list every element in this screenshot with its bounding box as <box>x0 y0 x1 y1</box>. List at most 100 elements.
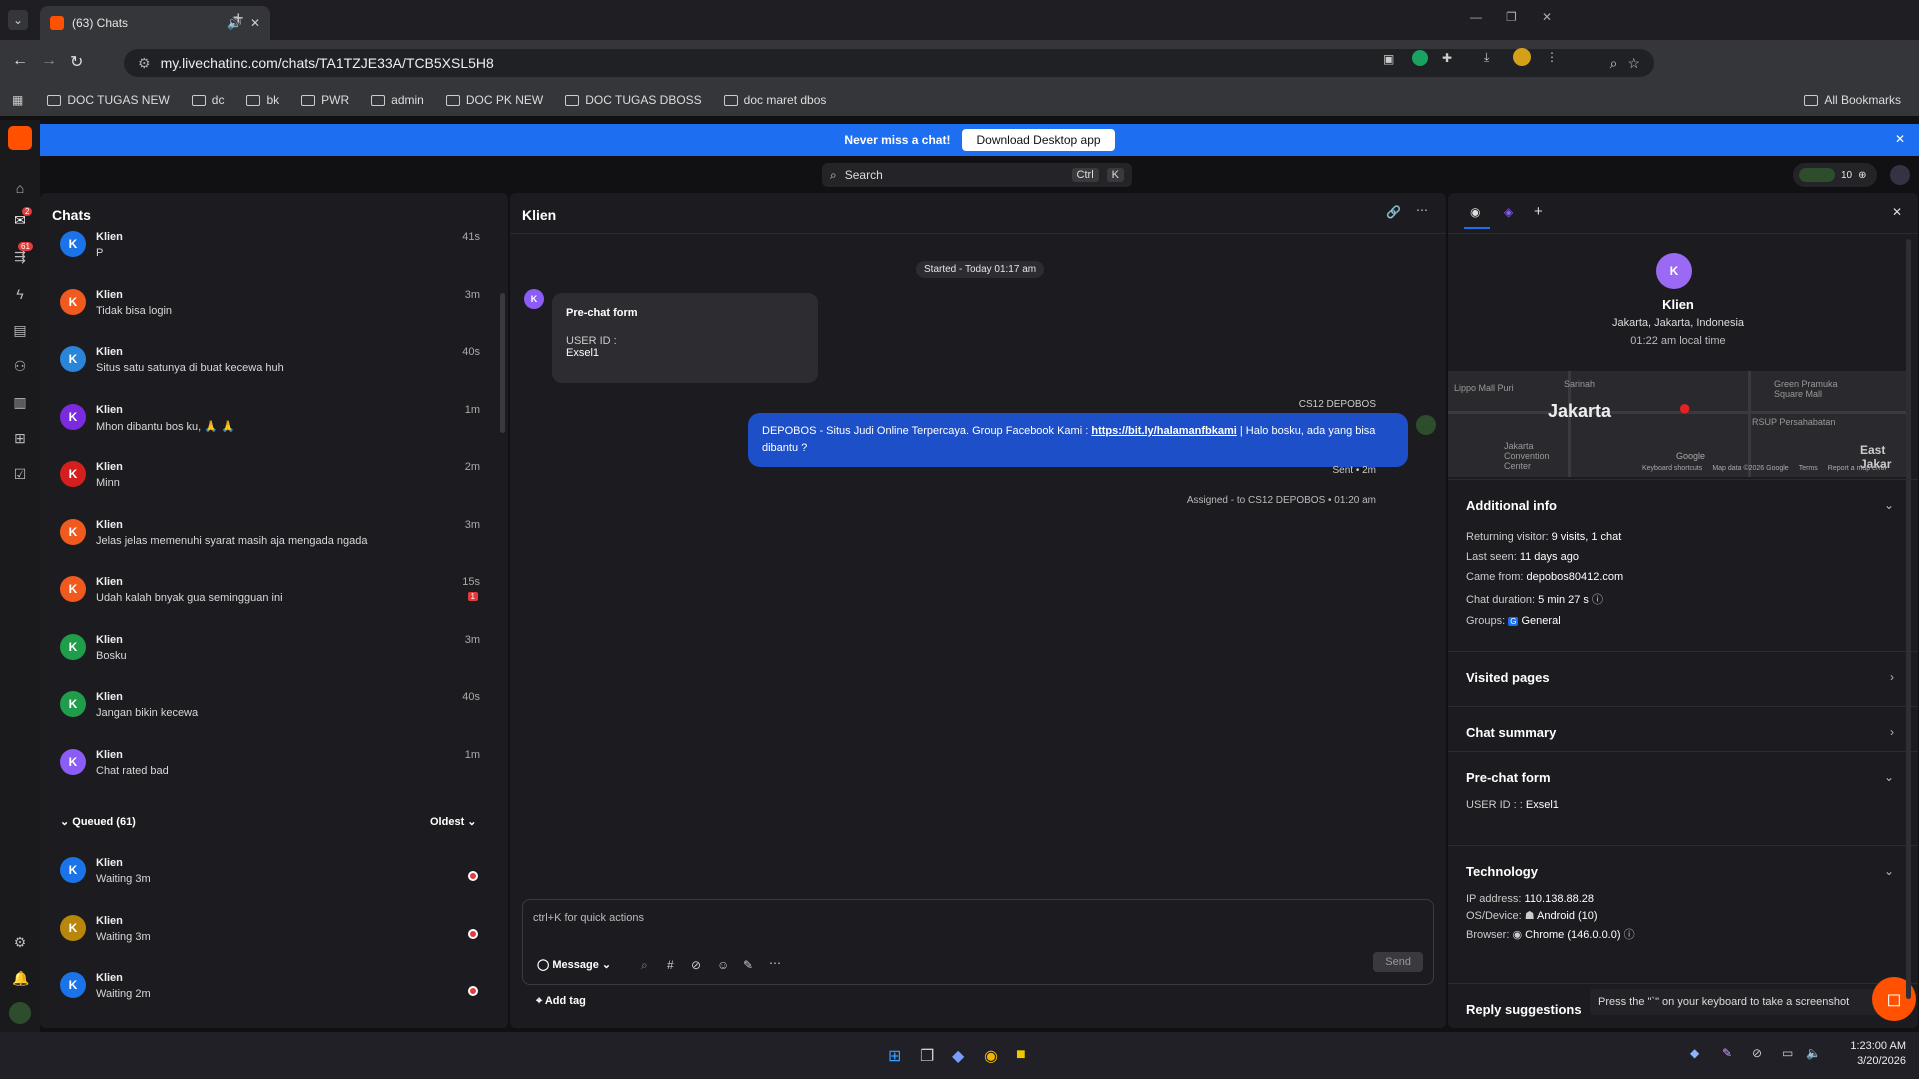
extension-icon[interactable]: ▣ <box>1383 52 1394 66</box>
settings-icon[interactable]: ⚙ <box>12 934 28 950</box>
start-icon[interactable]: ⊞ <box>888 1046 901 1066</box>
chat-list-scrollbar[interactable] <box>500 293 505 433</box>
minimize-icon[interactable]: — <box>1470 10 1482 24</box>
tasks-icon[interactable]: ☑ <box>12 466 28 482</box>
message-input[interactable]: ctrl+K for quick actions <box>533 912 644 924</box>
forward-icon[interactable]: → <box>41 52 57 70</box>
download-desktop-button[interactable]: Download Desktop app <box>962 129 1115 151</box>
message-mode-dropdown[interactable]: ◯ Message ⌄ <box>537 958 611 971</box>
chat-list-item[interactable]: K Klien P 41s <box>60 231 480 281</box>
emoji-icon[interactable]: ☺ <box>717 958 729 972</box>
chat-list-item[interactable]: K Klien Udah kalah bnyak gua semingguan in… <box>60 576 480 626</box>
site-info-icon[interactable]: ⚙ <box>138 55 151 72</box>
queued-chat-item[interactable]: K Klien Waiting 3m <box>60 857 480 907</box>
close-banner-icon[interactable]: ✕ <box>1895 132 1905 146</box>
bookmark-item[interactable]: doc maret dbos <box>716 93 835 107</box>
reload-icon[interactable]: ↻ <box>70 52 83 72</box>
more-options-icon[interactable]: ⋯ <box>1416 203 1428 217</box>
zoom-icon[interactable]: ⌕ <box>1610 55 1618 72</box>
bookmark-item[interactable]: dc <box>184 93 233 107</box>
technology-title[interactable]: Technology <box>1466 864 1900 879</box>
task-view-icon[interactable]: ❐ <box>920 1046 934 1066</box>
bell-icon[interactable]: 🔔 <box>12 970 29 986</box>
agent-avatar[interactable] <box>9 1002 31 1024</box>
chat-app-icon[interactable]: ◆ <box>952 1046 964 1066</box>
bookmark-item[interactable]: admin <box>363 93 432 107</box>
chat-list-item[interactable]: K Klien Jangan bikin kecewa 40s <box>60 691 480 741</box>
puzzle-icon[interactable]: ✚ <box>1442 51 1452 65</box>
chat-list-item[interactable]: K Klien Chat rated bad 1m <box>60 748 480 799</box>
status-avatar[interactable] <box>1890 165 1910 185</box>
chevron-down-icon[interactable]: ⌄ <box>1884 770 1894 784</box>
chat-list-item[interactable]: K Klien Bosku 3m <box>60 633 480 684</box>
reports-icon[interactable]: ▥ <box>12 394 28 410</box>
map-footer-link[interactable]: Terms <box>1799 465 1818 472</box>
chat-list-item[interactable]: K Klien Situs satu satunya di buat kecewa … <box>60 346 480 396</box>
volume-icon[interactable]: 🔈 <box>1806 1046 1821 1060</box>
tray-pen-icon[interactable]: ✎ <box>1722 1046 1732 1060</box>
chat-list-item[interactable]: K Klien Tidak bisa login 3m <box>60 288 480 339</box>
chat-list-item[interactable]: K Klien Mhon dibantu bos ku, 🙏 🙏 1m <box>60 403 480 454</box>
display-icon[interactable]: ▭ <box>1782 1046 1793 1060</box>
add-agent-icon[interactable]: ⊕ <box>1858 170 1866 181</box>
canned-response-icon[interactable]: ⌕ <box>641 958 648 973</box>
queued-chat-item[interactable]: K Klien Waiting 3m <box>60 914 480 965</box>
apps-grid-icon[interactable]: ▦ <box>12 93 23 107</box>
more-actions-icon[interactable]: ⋯ <box>769 956 781 970</box>
map-footer-link[interactable]: Keyboard shortcuts <box>1642 465 1702 472</box>
back-icon[interactable]: ← <box>12 52 28 70</box>
tray-app-icon[interactable]: ◆ <box>1690 1046 1699 1060</box>
extension-green-icon[interactable] <box>1412 50 1428 66</box>
sticky-notes-icon[interactable]: ■ <box>1016 1046 1026 1064</box>
all-bookmarks[interactable]: All Bookmarks <box>1796 93 1909 107</box>
customers-icon[interactable]: ⚇ <box>12 358 28 374</box>
prechat-form-title[interactable]: Pre-chat form <box>1466 770 1900 785</box>
additional-info-title[interactable]: Additional info <box>1466 498 1900 513</box>
chevron-down-icon[interactable]: ⌄ <box>1884 864 1894 878</box>
chat-list-item[interactable]: K Klien Jelas jelas memenuhi syarat masih … <box>60 518 480 569</box>
queued-chat-item[interactable]: K Klien Waiting 2m <box>60 972 480 1022</box>
sort-dropdown[interactable]: Oldest ⌄ <box>430 815 477 828</box>
bookmark-item[interactable]: DOC TUGAS DBOSS <box>557 93 709 107</box>
bookmark-item[interactable]: PWR <box>293 93 357 107</box>
chat-summary-section[interactable]: Chat summary › <box>1448 706 1918 751</box>
bookmark-item[interactable]: DOC TUGAS NEW <box>39 93 177 107</box>
info-icon[interactable]: ⓘ <box>1624 929 1635 941</box>
bookmark-item[interactable]: DOC PK NEW <box>438 93 551 107</box>
visited-pages-section[interactable]: Visited pages › <box>1448 651 1918 706</box>
chat-list-item[interactable]: K Klien Minn 2m <box>60 461 480 511</box>
archive-icon[interactable]: ▤ <box>12 322 28 338</box>
bookmark-item[interactable]: bk <box>238 93 287 107</box>
location-map[interactable]: Lippo Mall Puri Sarinah Green Pramuka Sq… <box>1448 371 1906 477</box>
close-window-icon[interactable]: ✕ <box>1542 10 1552 24</box>
app-tab-icon[interactable]: ◈ <box>1504 205 1513 219</box>
close-details-icon[interactable]: ✕ <box>1892 205 1902 219</box>
send-button[interactable]: Send <box>1373 952 1423 972</box>
kv-value[interactable]: depobos80412.com <box>1527 571 1624 583</box>
agents-online[interactable]: 10 ⊕ <box>1793 163 1877 187</box>
message-link[interactable]: https://bit.ly/halamanfbkami <box>1091 425 1236 437</box>
hashtag-icon[interactable]: # <box>667 958 674 972</box>
chrome-taskbar-icon[interactable]: ◉ <box>984 1046 998 1066</box>
clock[interactable]: 1:23:00 AM 3/20/2026 <box>1836 1040 1906 1067</box>
close-tab-icon[interactable]: ✕ <box>250 16 260 30</box>
add-tag-button[interactable]: ⌖ Add tag <box>536 995 586 1008</box>
info-icon[interactable]: ⓘ <box>1592 594 1603 606</box>
bookmark-star-icon[interactable]: ☆ <box>1627 55 1640 72</box>
network-icon[interactable]: ⊘ <box>1752 1046 1762 1060</box>
chevron-down-icon[interactable]: ⌄ <box>1884 498 1894 512</box>
attachment-icon[interactable]: ⊘ <box>691 958 701 972</box>
queued-toggle[interactable]: ⌄ Queued (61) <box>60 815 136 828</box>
map-footer-link[interactable]: Report a map error <box>1828 465 1887 472</box>
restore-icon[interactable]: ❐ <box>1506 10 1517 24</box>
download-icon[interactable]: ⤓ <box>1484 50 1489 65</box>
customer-tab-icon[interactable]: ◉ <box>1470 205 1480 219</box>
new-tab-icon[interactable]: + <box>233 8 244 29</box>
home-icon[interactable]: ⌂ <box>12 180 28 196</box>
profile-avatar[interactable] <box>1513 48 1531 66</box>
global-search[interactable]: ⌕ Search Ctrl K <box>822 163 1132 187</box>
link-icon[interactable]: 🔗 <box>1386 205 1401 219</box>
tab-list-icon[interactable]: ⌄ <box>8 10 28 30</box>
apps-icon[interactable]: ⊞ <box>12 430 28 446</box>
details-scrollbar[interactable] <box>1906 239 1911 999</box>
